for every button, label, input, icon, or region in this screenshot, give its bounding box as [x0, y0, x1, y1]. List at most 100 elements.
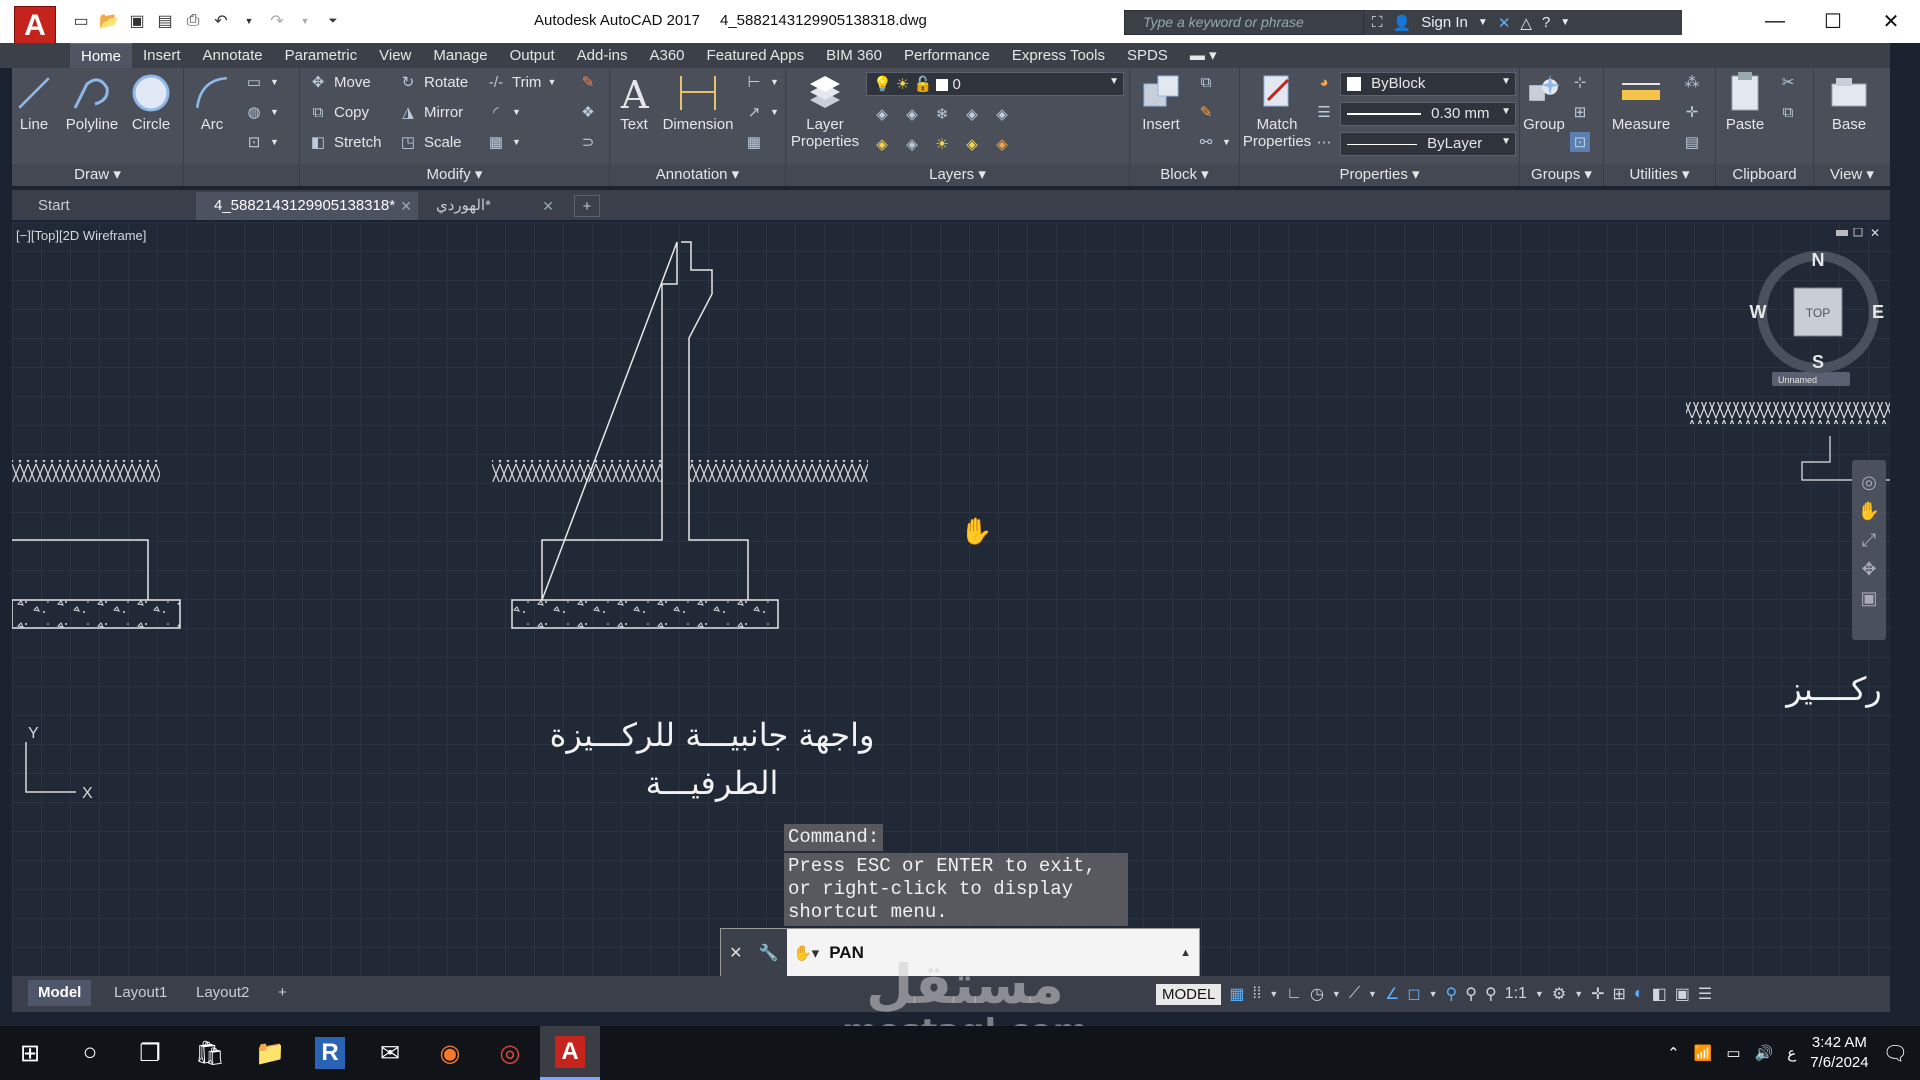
lineweight-icon-button[interactable]: ☰: [1314, 102, 1334, 122]
chrome-icon[interactable]: ◎: [480, 1026, 540, 1080]
boundary-button[interactable]: ⊡ ▼: [244, 132, 279, 152]
showmotion-icon[interactable]: ▣: [1852, 588, 1886, 609]
cut-button[interactable]: ✂: [1778, 72, 1798, 92]
units-icon[interactable]: ⊞: [1613, 984, 1626, 1004]
tab-output[interactable]: Output: [499, 43, 566, 68]
layer-isolate-icon[interactable]: ◈: [902, 104, 922, 124]
tab-performance[interactable]: Performance: [893, 43, 1001, 68]
command-history-toggle-icon[interactable]: ▲: [1180, 947, 1199, 959]
layer-properties-button[interactable]: Layer Properties: [790, 68, 860, 150]
circle-button[interactable]: Circle: [128, 68, 174, 133]
tab-express-tools[interactable]: Express Tools: [1001, 43, 1116, 68]
clean-screen-icon[interactable]: ▣: [1675, 984, 1690, 1004]
insert-button[interactable]: Insert: [1134, 68, 1188, 133]
panel-block-title[interactable]: Block ▾: [1130, 164, 1239, 186]
redo-icon[interactable]: ↷: [266, 10, 288, 32]
layout-tab-layout1[interactable]: Layout1: [104, 980, 177, 1006]
rotate-button[interactable]: ↻ Rotate: [398, 72, 469, 92]
stretch-button[interactable]: ◧ Stretch: [308, 132, 382, 152]
doc-tab-other-close-icon[interactable]: ✕: [542, 192, 554, 220]
annotation-visibility-icon[interactable]: ⚲: [1446, 984, 1458, 1004]
color-wheel-button[interactable]: ◕: [1314, 72, 1334, 92]
base-view-button[interactable]: Base: [1816, 68, 1882, 133]
workspace-dropdown-icon[interactable]: ▼: [1574, 989, 1583, 999]
notification-icon[interactable]: 🗨: [1883, 1041, 1908, 1066]
add-layout-button[interactable]: +: [268, 980, 297, 1006]
volume-icon[interactable]: 🔊: [1755, 1044, 1774, 1062]
tab-insert[interactable]: Insert: [132, 43, 192, 68]
calculator-button[interactable]: ▤: [1682, 132, 1702, 152]
doc-tab-start[interactable]: Start: [12, 192, 192, 220]
tab-add-ins[interactable]: Add-ins: [566, 43, 639, 68]
object-snap-tracking-icon[interactable]: ∠: [1385, 984, 1399, 1004]
layer-thaw-icon[interactable]: ☀: [932, 134, 952, 154]
tab-a360[interactable]: A360: [638, 43, 695, 68]
ortho-icon[interactable]: ∟: [1286, 985, 1302, 1003]
exchange-icon[interactable]: ✕: [1498, 14, 1511, 32]
linetype-icon-button[interactable]: ⋯: [1314, 132, 1334, 152]
tab-view[interactable]: View: [368, 43, 422, 68]
sign-in-dropdown-icon[interactable]: ▼: [1478, 17, 1488, 28]
panel-groups-title[interactable]: Groups ▾: [1520, 164, 1603, 186]
workspace-gear-icon[interactable]: ⚙: [1552, 984, 1566, 1004]
sign-in-link[interactable]: Sign In: [1421, 14, 1468, 31]
layer-unisolate-icon[interactable]: ◈: [902, 134, 922, 154]
id-point-button[interactable]: ✛: [1682, 102, 1702, 122]
new-file-icon[interactable]: ▭: [70, 10, 92, 32]
panel-properties-title[interactable]: Properties ▾: [1240, 164, 1519, 186]
fillet-button[interactable]: ◜ ▼: [486, 102, 521, 122]
task-view-icon[interactable]: ❐: [120, 1026, 180, 1080]
lineweight-dropdown[interactable]: 0.30 mm ▼: [1340, 102, 1516, 126]
ungroup-button[interactable]: ⊹: [1570, 72, 1590, 92]
file-explorer-icon[interactable]: 📁: [240, 1026, 300, 1080]
redo-dropdown-icon[interactable]: ▼: [294, 10, 316, 32]
store-icon[interactable]: 🛍: [180, 1026, 240, 1080]
undo-icon[interactable]: ↶: [210, 10, 232, 32]
viewcube[interactable]: ✕ TOP N S E W: [1732, 228, 1890, 378]
color-dropdown[interactable]: ByBlock ▼: [1340, 72, 1516, 96]
a360-icon[interactable]: △: [1520, 14, 1532, 32]
tray-chevron-icon[interactable]: ⌃: [1667, 1044, 1680, 1062]
dimension-button[interactable]: Dimension: [660, 68, 736, 133]
snap-icon[interactable]: ⁞⁞: [1252, 985, 1261, 1003]
steering-wheel-icon[interactable]: ◎: [1852, 472, 1886, 493]
layer-freeze-icon[interactable]: ❄: [932, 104, 952, 124]
arc-button[interactable]: Arc: [192, 68, 232, 133]
search-circle-icon[interactable]: ○: [60, 1026, 120, 1080]
group-selection-button[interactable]: ⊡: [1570, 132, 1590, 152]
tab-featured-apps[interactable]: Featured Apps: [696, 43, 816, 68]
isolate-objects-icon[interactable]: ◧: [1652, 984, 1667, 1004]
tab-spds[interactable]: SPDS: [1116, 43, 1179, 68]
attribute-button[interactable]: ⚯ ▼: [1196, 132, 1231, 152]
command-close-icon[interactable]: ✕: [729, 943, 742, 963]
help-dropdown-icon[interactable]: ▼: [1560, 17, 1570, 28]
copy-button[interactable]: ⧉ Copy: [308, 102, 369, 122]
annotation-monitor-icon[interactable]: ✛: [1591, 984, 1604, 1004]
binoculars-icon[interactable]: ⛶: [1372, 14, 1383, 31]
grid-icon[interactable]: ▦: [1229, 984, 1244, 1004]
line-button[interactable]: Line: [14, 68, 54, 133]
command-line-grip[interactable]: ✕ 🔧: [721, 929, 787, 977]
layer-on-icon[interactable]: ◈: [872, 134, 892, 154]
object-snap-icon[interactable]: ◻: [1407, 984, 1420, 1004]
layer-dropdown[interactable]: 💡 ☀ 🔓 0 ▼: [866, 72, 1124, 96]
pan-nav-icon[interactable]: ✋: [1852, 501, 1886, 522]
layer-merge-icon[interactable]: ◈: [992, 134, 1012, 154]
scale-button[interactable]: ◳ Scale: [398, 132, 462, 152]
panel-draw-title[interactable]: Draw ▾: [12, 164, 183, 186]
panel-modify-title[interactable]: Modify ▾: [300, 164, 609, 186]
erase-button[interactable]: ✎: [578, 72, 598, 92]
firefox-icon[interactable]: ◉: [420, 1026, 480, 1080]
plot-icon[interactable]: ⎙: [182, 10, 204, 32]
open-file-icon[interactable]: 📂: [98, 10, 120, 32]
undo-dropdown-icon[interactable]: ▼: [238, 10, 260, 32]
application-menu-button[interactable]: A: [14, 6, 56, 46]
object-snap-dropdown-icon[interactable]: ▼: [1429, 989, 1438, 999]
drawing-canvas[interactable]: [−][Top][2D Wireframe] Unnamed Y X ✋ واج…: [12, 222, 1890, 978]
command-customize-icon[interactable]: 🔧: [759, 943, 779, 963]
battery-icon[interactable]: ▭: [1726, 1044, 1740, 1062]
model-space-button[interactable]: MODEL: [1156, 983, 1222, 1005]
tab-parametric[interactable]: Parametric: [274, 43, 369, 68]
panel-view-title[interactable]: View ▾: [1814, 164, 1890, 186]
mirror-button[interactable]: ◮ Mirror: [398, 102, 463, 122]
